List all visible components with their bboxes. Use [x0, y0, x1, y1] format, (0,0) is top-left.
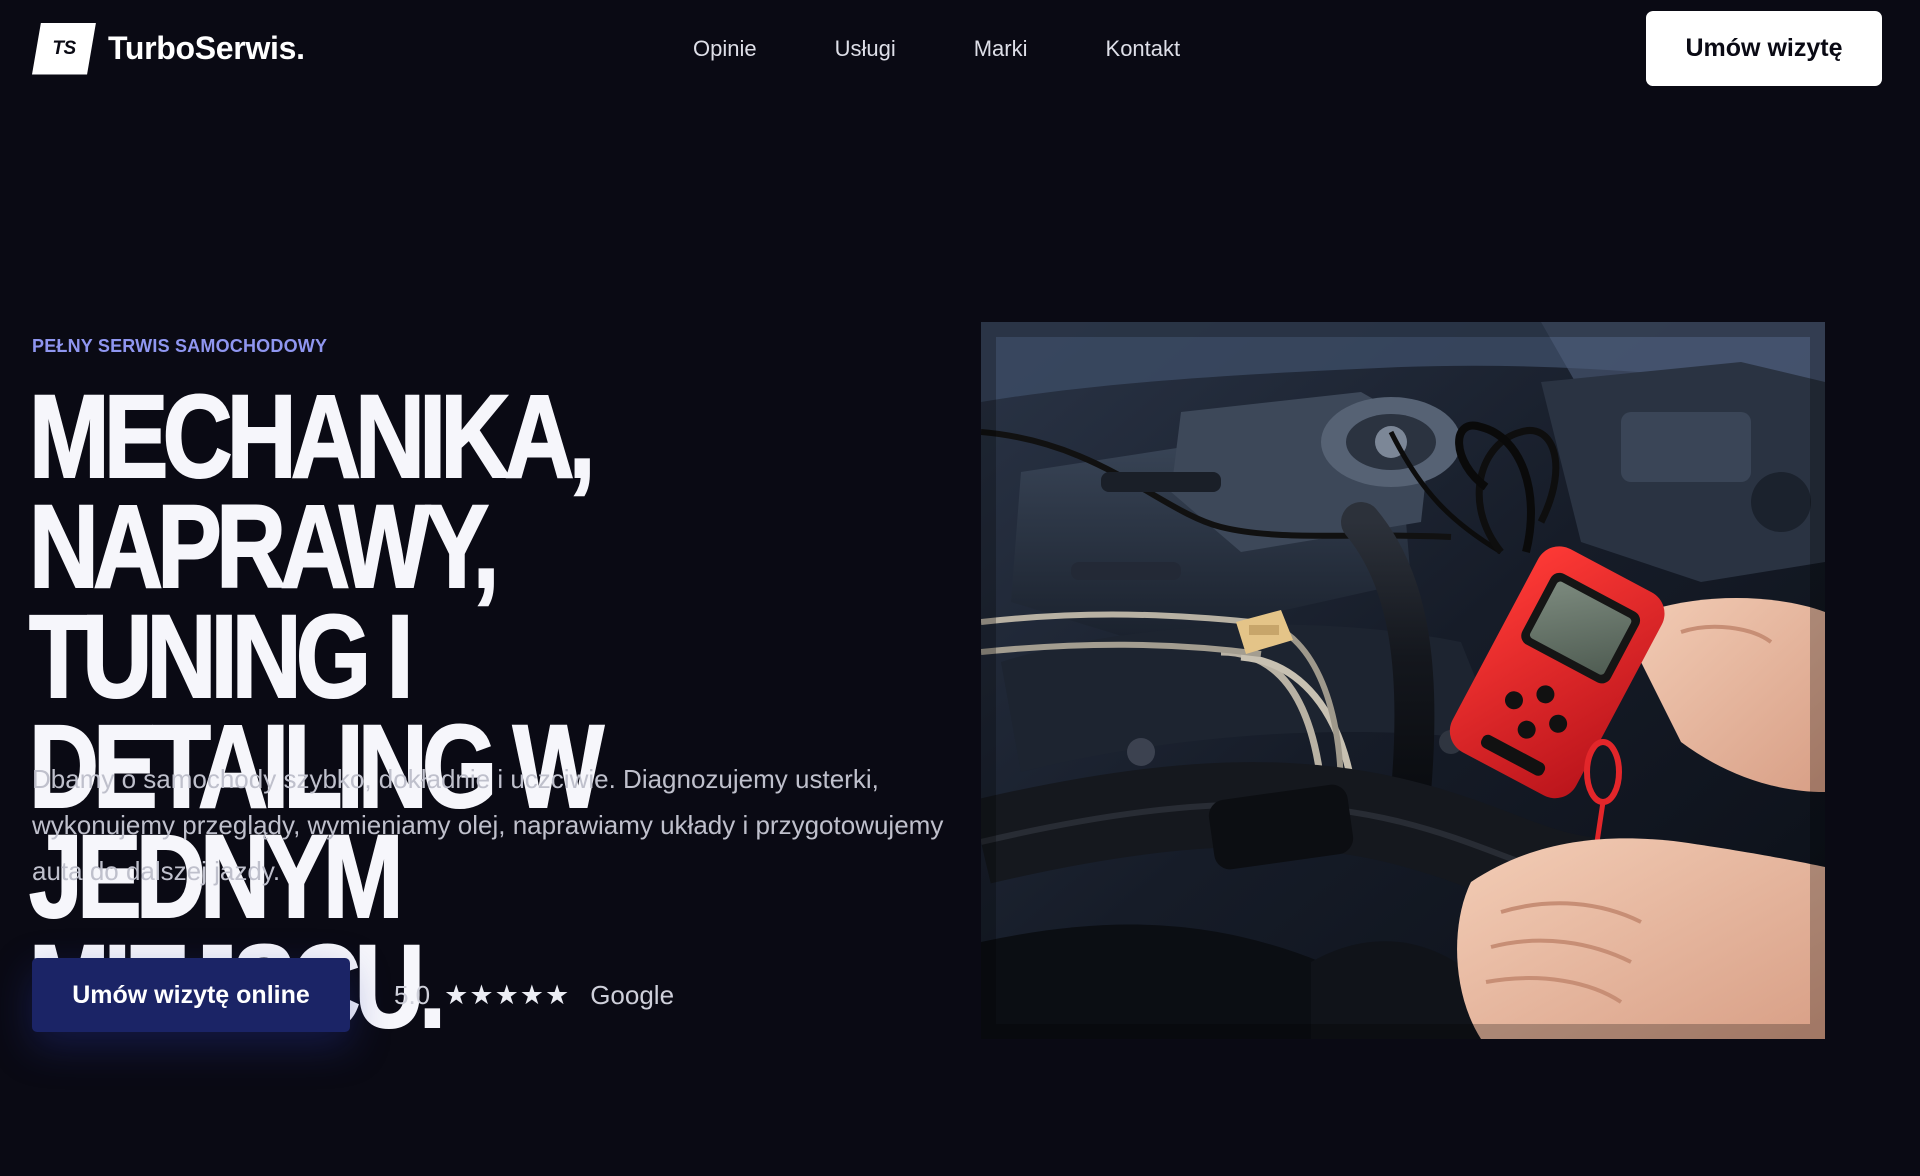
book-visit-button[interactable]: Umów wizytę: [1646, 11, 1882, 86]
main-nav: Opinie Usługi Marki Kontakt: [693, 30, 1180, 68]
google-rating: 5.0 ★★★★★ Google: [394, 980, 674, 1011]
engine-bay-illustration: [981, 322, 1825, 1039]
hero-actions: Umów wizytę online 5.0 ★★★★★ Google: [32, 958, 674, 1032]
rating-stars-icon: ★★★★★: [444, 979, 571, 1011]
brand-logo-link[interactable]: TS TurboSerwis.: [32, 22, 305, 75]
nav-link-opinie[interactable]: Opinie: [693, 36, 757, 62]
engine-diagnostics-photo: [981, 322, 1825, 1039]
brand-name: TurboSerwis.: [108, 30, 305, 66]
hero-headline: MECHANIKA, NAPRAWY, TUNING I DETAILING W…: [28, 371, 605, 1047]
site-header: TS TurboSerwis. Opinie Usługi Marki Kont…: [0, 0, 1920, 98]
nav-link-uslugi[interactable]: Usługi: [835, 36, 896, 62]
hero-eyebrow: PEŁNY SERWIS SAMOCHODOWY: [32, 336, 328, 356]
nav-link-marki[interactable]: Marki: [974, 36, 1028, 62]
rating-score: 5.0: [394, 979, 431, 1010]
nav-link-kontakt[interactable]: Kontakt: [1106, 36, 1181, 62]
hero-description: Dbamy o samochody szybko, dokładnie i uc…: [32, 764, 944, 886]
logo-mark: TS: [32, 22, 96, 75]
book-visit-online-button[interactable]: Umów wizytę online: [32, 958, 350, 1032]
rating-source: Google: [590, 979, 675, 1010]
